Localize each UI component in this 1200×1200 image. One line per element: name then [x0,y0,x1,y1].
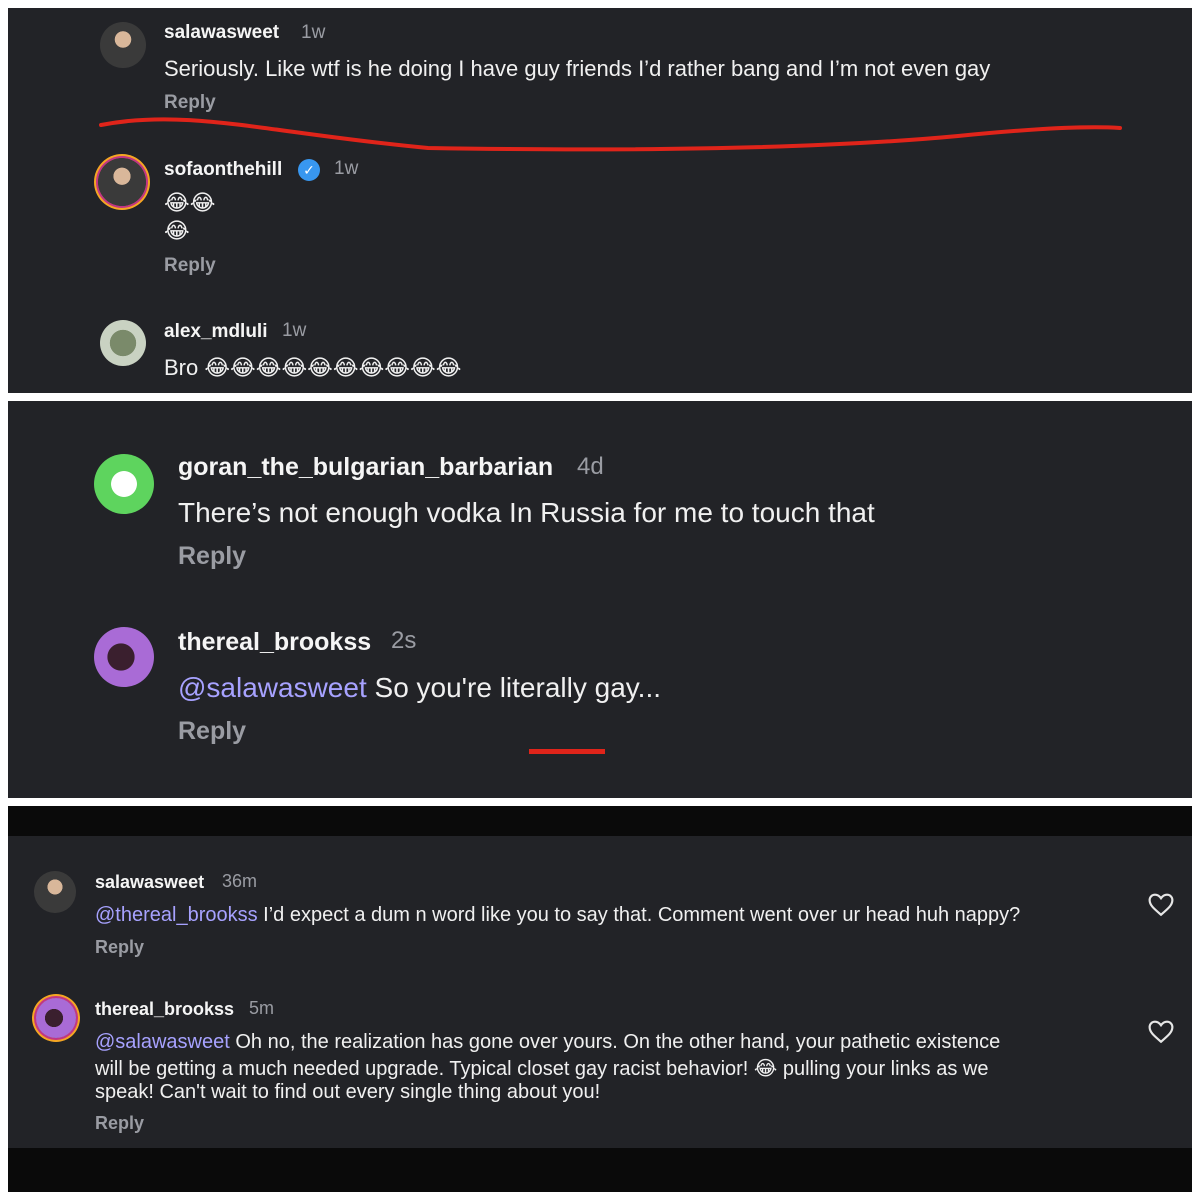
comment-text: There’s not enough vodka In Russia for m… [178,497,875,528]
mention-link[interactable]: @salawasweet [178,672,367,703]
avatar[interactable] [94,627,154,687]
top-black-band [8,806,1192,836]
avatar[interactable] [98,158,146,206]
reply-button[interactable]: Reply [178,717,246,746]
comment-text: 😂😂 [164,190,216,215]
comment-body: So you're literally gay... [366,672,662,703]
comment-panel-3: salawasweet 36m @thereal_brookss I’d exp… [8,836,1192,1148]
comment-timestamp: 5m [249,998,275,1018]
comment-timestamp: 36m [222,871,258,891]
reply-button[interactable]: Reply [164,255,216,277]
comment-timestamp: 2s [391,627,417,654]
comment-text: 😂 [164,218,190,243]
avatar[interactable] [34,871,76,913]
comment-text: @salawasweet So you're literally gay... [178,672,661,704]
mention-link[interactable]: @thereal_brookss [95,904,258,926]
comment-username[interactable]: thereal_brookss [95,999,234,1020]
comment-panel-2: goran_the_bulgarian_barbarian 4d There’s… [8,401,1192,798]
comment-timestamp: 4d [577,453,604,480]
bottom-black-band [8,1148,1192,1192]
comment-username[interactable]: salawasweet [95,872,204,893]
comment-body: Oh no, the realization has gone over you… [229,1031,1001,1053]
heart-icon[interactable] [1148,893,1174,917]
avatar[interactable] [36,998,76,1038]
comment-text: speak! Can't wait to find out every sing… [95,1081,601,1103]
red-annotation-stroke [529,749,605,754]
avatar[interactable] [100,320,146,366]
comment-panel-1: salawasweet 1w Seriously. Like wtf is he… [8,8,1192,393]
heart-icon[interactable] [1148,1020,1174,1044]
comment-text: Bro 😂😂😂😂😂😂😂😂😂😂 [164,355,462,380]
mention-link[interactable]: @salawasweet [95,1031,230,1053]
comment-username[interactable]: alex_mdluli [164,321,268,343]
verified-badge-icon: ✓ [298,159,320,181]
comment-timestamp: 1w [334,158,359,179]
comment-username[interactable]: thereal_brookss [178,628,371,657]
comment-username[interactable]: goran_the_bulgarian_barbarian [178,453,553,482]
red-annotation-stroke [99,117,1122,152]
comment-text: will be getting a much needed upgrade. T… [95,1058,989,1080]
comment-text: @thereal_brookss I’d expect a dum n word… [95,904,1020,927]
reply-button[interactable]: Reply [95,1113,144,1134]
comment-text: @salawasweet Oh no, the realization has … [95,1031,1000,1054]
comment-username[interactable]: sofaonthehill [164,159,282,181]
comment-body: I’d expect a dum n word like you to say … [257,904,1021,926]
comment-timestamp: 1w [282,320,307,341]
avatar[interactable] [94,454,154,514]
reply-button[interactable]: Reply [95,937,144,958]
reply-button[interactable]: Reply [178,542,246,571]
